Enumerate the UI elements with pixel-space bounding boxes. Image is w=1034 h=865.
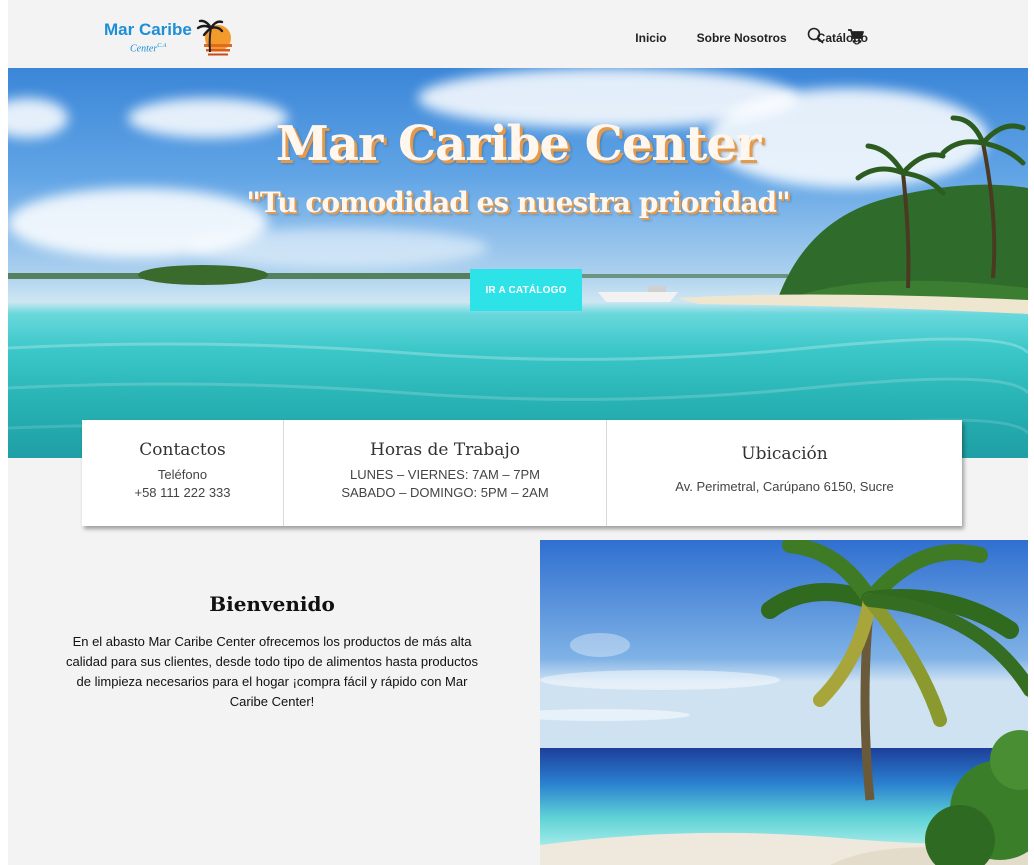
catalog-button[interactable]: IR A CATÁLOGO <box>470 269 582 311</box>
hours-section: Horas de Trabajo LUNES – VIERNES: 7AM – … <box>284 420 607 526</box>
info-box: Contactos Teléfono +58 111 222 333 Horas… <box>82 420 962 526</box>
logo[interactable]: Mar Caribe CenterC.A <box>98 14 238 62</box>
welcome-title: Bienvenido <box>209 592 335 616</box>
weekday-hours: LUNES – VIERNES: 7AM – 7PM <box>349 467 540 482</box>
contacts-title: Contactos <box>139 440 226 460</box>
logo-name: Mar Caribe <box>104 20 192 39</box>
site-header: Mar Caribe CenterC.A Inicio Sobre Nosotr… <box>8 8 1028 68</box>
location-address: Av. Perimetral, Carúpano 6150, Sucre <box>675 479 894 494</box>
phone-number: +58 111 222 333 <box>134 485 231 500</box>
beach-image <box>540 540 1028 865</box>
welcome-text: En el abasto Mar Caribe Center ofrecemos… <box>66 634 478 709</box>
hero-title: Mar Caribe Center <box>275 116 762 172</box>
page: Mar Caribe CenterC.A Inicio Sobre Nosotr… <box>8 0 1028 865</box>
hero-banner: Mar Caribe Center "Tu comodidad es nuest… <box>8 68 1028 458</box>
palm-sunset-logo-icon <box>196 19 232 56</box>
location-section: Ubicación Av. Perimetral, Carúpano 6150,… <box>607 420 962 526</box>
logo-sub: CenterC.A <box>130 43 167 55</box>
phone-label: Teléfono <box>157 467 208 482</box>
cart-icon[interactable] <box>846 26 866 46</box>
location-title: Ubicación <box>741 444 828 464</box>
nav-inicio[interactable]: Inicio <box>635 31 666 45</box>
nav-sobre-nosotros[interactable]: Sobre Nosotros <box>697 31 787 45</box>
main-nav: Inicio Sobre Nosotros Catálogo <box>635 8 868 68</box>
weekend-hours: SABADO – DOMINGO: 5PM – 2AM <box>341 485 549 500</box>
hours-title: Horas de Trabajo <box>370 440 520 460</box>
search-icon[interactable] <box>806 26 826 46</box>
hero-subtitle: "Tu comodidad es nuestra prioridad" <box>246 186 790 219</box>
contacts-section: Contactos Teléfono +58 111 222 333 <box>82 420 284 526</box>
